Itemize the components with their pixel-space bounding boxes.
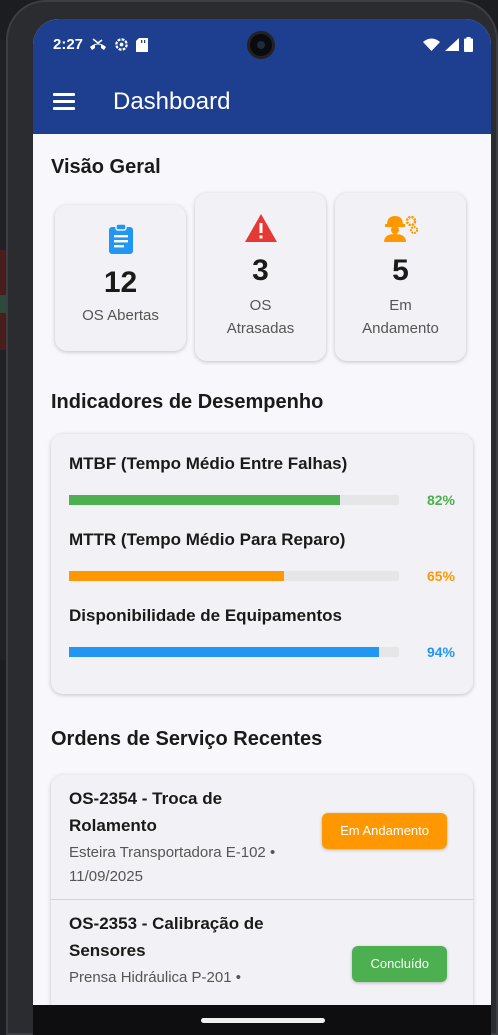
in-progress-label-line1: Em: [389, 297, 412, 314]
kpi-item-mtbf: MTBF (Tempo Médio Entre Falhas) 82%: [69, 454, 455, 508]
status-bar: 2:27: [33, 19, 491, 71]
overview-cards: 12 OS Abertas 3 OS Atrasadas 5 Em Andame…: [51, 193, 473, 383]
battery-icon: [464, 37, 473, 52]
kpi-item-mttr: MTTR (Tempo Médio Para Reparo) 65%: [69, 530, 455, 584]
kpi-percent: 82%: [426, 492, 455, 508]
kpi-label: MTTR (Tempo Médio Para Reparo): [69, 530, 346, 549]
card-open-orders[interactable]: 12 OS Abertas: [55, 205, 186, 351]
warning-icon: [244, 214, 277, 242]
dashboard-content[interactable]: Visão Geral 12 OS Abertas 3 OS Atrasadas…: [33, 156, 491, 1019]
kpi-percent: 65%: [426, 568, 455, 584]
kpi-label: MTBF (Tempo Médio Entre Falhas): [69, 454, 348, 473]
open-orders-label: OS Abertas: [82, 307, 159, 324]
order-meta-line2: 11/09/2025: [69, 868, 143, 885]
list-item[interactable]: OS-2353 - Calibração de Sensores Prensa …: [51, 899, 473, 1019]
kpi-progress-bar: [69, 571, 399, 581]
status-badge[interactable]: Em Andamento: [322, 813, 447, 849]
wifi-icon: [423, 38, 440, 51]
kpi-progress-bar: [69, 495, 399, 505]
order-title-line2: Sensores: [69, 941, 146, 960]
status-badge[interactable]: Concluído: [352, 946, 447, 982]
late-orders-label-line1: OS: [249, 297, 272, 314]
order-meta-line1: Prensa Hidráulica P-201 •: [69, 969, 242, 986]
phone-screen: 2:27 Dashboard Visão Geral 12 OS Abertas…: [33, 19, 491, 1019]
order-title-line1: OS-2354 - Troca de: [69, 789, 223, 808]
kpi-label: Disponibilidade de Equipamentos: [69, 606, 342, 625]
kpi-progress-bar: [69, 647, 399, 657]
in-progress-count: 5: [392, 254, 409, 287]
order-title-line2: Rolamento: [69, 816, 157, 835]
list-item[interactable]: OS-2354 - Troca de Rolamento Esteira Tra…: [51, 775, 473, 899]
open-orders-count: 12: [103, 266, 138, 299]
settings-gear-icon: [115, 38, 128, 51]
signal-icon: [445, 38, 459, 51]
kpi-percent: 94%: [426, 644, 455, 660]
order-meta-line1: Esteira Transportadora E-102 •: [69, 844, 276, 861]
kpi-progress-fill: [69, 647, 380, 657]
order-title-line1: OS-2353 - Calibração de: [69, 914, 264, 933]
in-progress-label-line2: Andamento: [362, 320, 439, 337]
status-time: 2:27: [53, 36, 84, 53]
sd-card-icon: [136, 37, 148, 52]
engineer-icon: [383, 215, 418, 242]
home-gesture-handle[interactable]: [201, 1018, 325, 1023]
card-late-orders[interactable]: 3 OS Atrasadas: [195, 193, 326, 361]
kpi-progress-fill: [69, 571, 284, 581]
late-orders-count: 3: [252, 254, 269, 287]
gesture-nav-bar: [33, 1005, 491, 1035]
status-icons-left: [89, 37, 148, 52]
menu-icon[interactable]: [53, 93, 75, 111]
missed-call-icon: [90, 37, 106, 50]
kpi-section-title: Indicadores de Desempenho: [51, 391, 324, 413]
kpi-progress-fill: [69, 495, 340, 505]
recent-orders-section-title: Ordens de Serviço Recentes: [51, 728, 323, 750]
overview-section-title: Visão Geral: [51, 156, 161, 178]
app-bar: Dashboard: [33, 71, 491, 134]
clipboard-icon: [108, 223, 133, 254]
card-in-progress[interactable]: 5 Em Andamento: [335, 193, 466, 361]
kpi-card: MTBF (Tempo Médio Entre Falhas) 82% MTTR…: [51, 434, 473, 694]
kpi-item-availability: Disponibilidade de Equipamentos 94%: [69, 606, 455, 660]
late-orders-label-line2: Atrasadas: [226, 320, 295, 337]
recent-orders-list: OS-2354 - Troca de Rolamento Esteira Tra…: [51, 775, 473, 1019]
page-title: Dashboard: [113, 88, 231, 115]
status-icons-right: [423, 37, 473, 52]
front-camera: [247, 31, 275, 59]
